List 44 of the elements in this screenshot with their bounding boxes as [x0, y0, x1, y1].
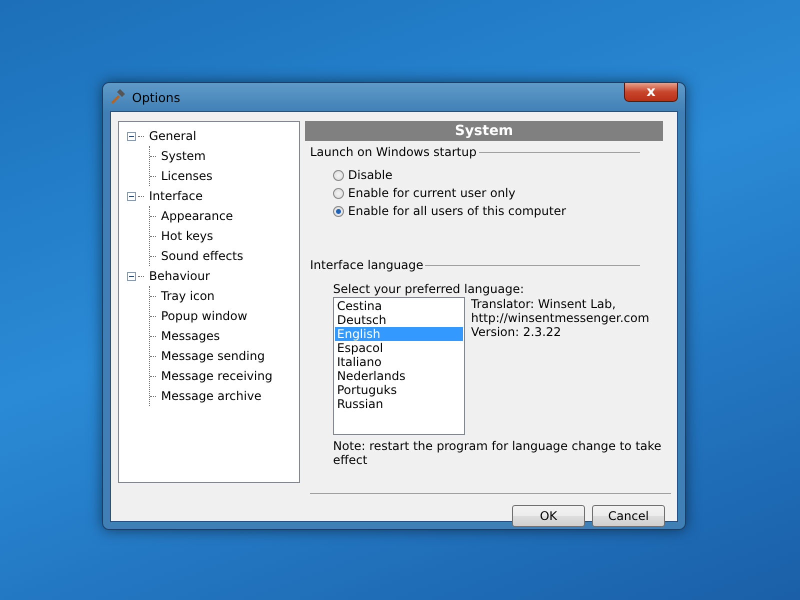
radio-label[interactable]: Enable for all users of this computer: [348, 204, 566, 218]
tree-item[interactable]: Interface: [148, 188, 204, 204]
page-header: System: [305, 121, 663, 141]
radio-button[interactable]: [333, 188, 344, 198]
prompt-text: Select your preferred language:: [333, 282, 526, 296]
expander-icon[interactable]: [127, 272, 136, 280]
expander-icon[interactable]: [127, 132, 136, 140]
window-title: Options: [132, 90, 180, 104]
list-item[interactable]: Russian: [335, 397, 463, 411]
list-item[interactable]: Italiano: [335, 355, 463, 369]
list-item[interactable]: Nederlands: [335, 369, 463, 383]
list-item[interactable]: Portuguks: [335, 383, 463, 397]
radio-button[interactable]: [333, 170, 344, 180]
radio-label[interactable]: Disable: [348, 168, 393, 182]
dialog-button[interactable]: OK: [512, 505, 585, 527]
tree-item[interactable]: Licenses: [160, 168, 214, 184]
group-label: Launch on Windows startup: [310, 145, 477, 159]
radio-button[interactable]: [333, 206, 344, 216]
info-text: Translator: Winsent Lab,: [471, 297, 617, 311]
hammer-icon: [110, 89, 126, 105]
tree-item[interactable]: System: [160, 148, 207, 164]
expander-icon[interactable]: [127, 192, 136, 200]
tree-item[interactable]: Appearance: [160, 208, 234, 224]
info-text: http://winsentmessenger.com: [471, 311, 650, 325]
tree-item[interactable]: Message sending: [160, 348, 266, 364]
tree-item[interactable]: Message archive: [160, 388, 262, 404]
language-list[interactable]: Cestina Deutsch English Espacol Italiano Nederlands Portuguks Russian: [333, 297, 465, 435]
list-item[interactable]: Espacol: [335, 341, 463, 355]
tree-item[interactable]: Behaviour: [148, 268, 211, 284]
tree-item[interactable]: Sound effects: [160, 248, 244, 264]
list-item[interactable]: Deutsch: [335, 313, 463, 327]
dialog-button[interactable]: Cancel: [592, 505, 665, 527]
tree-item[interactable]: Hot keys: [160, 228, 214, 244]
tree-item[interactable]: Tray icon: [160, 288, 216, 304]
group-label: Interface language: [310, 258, 424, 272]
close-button[interactable]: x: [624, 83, 678, 102]
tree-item[interactable]: Messages: [160, 328, 221, 344]
tree-item[interactable]: Message receiving: [160, 368, 274, 384]
tree-item[interactable]: General: [148, 128, 198, 144]
info-text: Version: 2.3.22: [471, 325, 562, 339]
tree-item[interactable]: Popup window: [160, 308, 248, 324]
list-item[interactable]: Cestina: [335, 299, 463, 313]
note-text: Note: restart the program for language change to take effect: [333, 439, 662, 467]
radio-label[interactable]: Enable for current user only: [348, 186, 516, 200]
